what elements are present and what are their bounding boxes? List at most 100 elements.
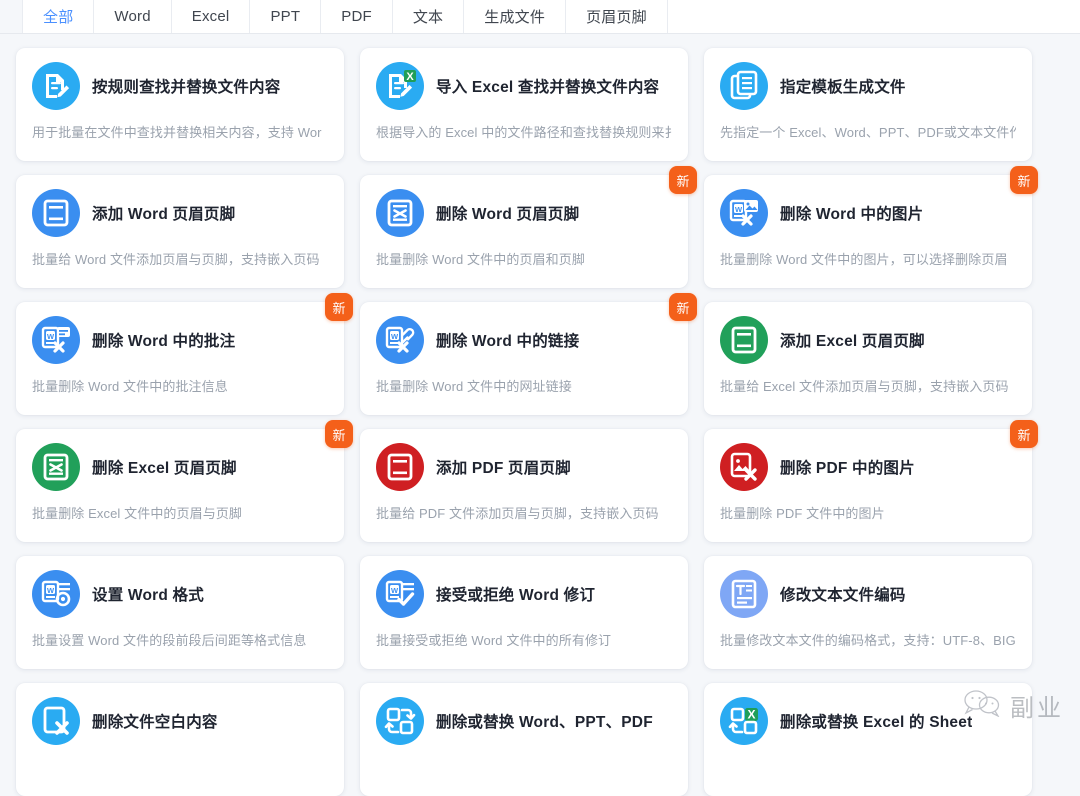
card-title: 修改文本文件编码 xyxy=(780,583,906,605)
card-header: 添加 Excel 页眉页脚 xyxy=(720,316,1016,364)
card-header: 按规则查找并替换文件内容 xyxy=(32,62,328,110)
replace-sheet-icon: X xyxy=(720,697,768,745)
svg-text:X: X xyxy=(747,708,755,722)
card-title: 导入 Excel 查找并替换文件内容 xyxy=(436,75,659,97)
card-description: 批量删除 PDF 文件中的图片 xyxy=(720,503,1016,522)
card-header: 修改文本文件编码 xyxy=(720,570,1016,618)
blank-remove-icon xyxy=(32,697,80,745)
tab-PPT[interactable]: PPT xyxy=(250,0,321,33)
feature-card[interactable]: 删除 PDF 中的图片批量删除 PDF 文件中的图片新 xyxy=(704,429,1032,542)
card-header: 删除 PDF 中的图片 xyxy=(720,443,1016,491)
card-description: 批量接受或拒绝 Word 文件中的所有修订 xyxy=(376,630,672,649)
doc-edit-excel-icon: X xyxy=(376,62,424,110)
feature-card[interactable]: 添加 Excel 页眉页脚批量给 Excel 文件添加页眉与页脚，支持嵌入页码 xyxy=(704,302,1032,415)
tab-生成文件[interactable]: 生成文件 xyxy=(464,0,566,33)
feature-card[interactable]: 添加 Word 页眉页脚批量给 Word 文件添加页眉与页脚，支持嵌入页码 xyxy=(16,175,344,288)
tab-页眉页脚[interactable]: 页眉页脚 xyxy=(566,0,668,33)
card-description: 用于批量在文件中查找并替换相关内容，支持 Wor xyxy=(32,122,328,141)
card-title: 设置 Word 格式 xyxy=(92,583,204,605)
card-header: W 删除 Word 中的链接 xyxy=(376,316,672,364)
card-header: 删除或替换 Word、PPT、PDF xyxy=(376,697,672,745)
card-description: 批量给 PDF 文件添加页眉与页脚，支持嵌入页码 xyxy=(376,503,672,522)
card-header: 删除 Word 页眉页脚 xyxy=(376,189,672,237)
feature-card[interactable]: 添加 PDF 页眉页脚批量给 PDF 文件添加页眉与页脚，支持嵌入页码 xyxy=(360,429,688,542)
feature-card[interactable]: 修改文本文件编码批量修改文本文件的编码格式，支持：UTF-8、BIG xyxy=(704,556,1032,669)
feature-card[interactable]: 删除 Excel 页眉页脚批量删除 Excel 文件中的页眉与页脚新 xyxy=(16,429,344,542)
card-description: 批量修改文本文件的编码格式，支持：UTF-8、BIG xyxy=(720,630,1016,649)
card-description: 批量删除 Excel 文件中的页眉与页脚 xyxy=(32,503,328,522)
card-description: 批量删除 Word 文件中的网址链接 xyxy=(376,376,672,395)
feature-card[interactable]: W 设置 Word 格式批量设置 Word 文件的段前段后间距等格式信息 xyxy=(16,556,344,669)
card-title: 按规则查找并替换文件内容 xyxy=(92,75,280,97)
header-footer-add-icon xyxy=(720,316,768,364)
card-title: 删除 Word 中的链接 xyxy=(436,329,579,351)
new-badge: 新 xyxy=(1010,166,1038,194)
card-title: 删除 Excel 页眉页脚 xyxy=(92,456,237,478)
svg-text:W: W xyxy=(391,586,399,595)
card-title: 添加 Word 页眉页脚 xyxy=(92,202,235,224)
category-tab-bar: 全部WordExcelPPTPDF文本生成文件页眉页脚 xyxy=(0,0,1080,34)
card-header: 删除 Excel 页眉页脚 xyxy=(32,443,328,491)
text-encoding-icon xyxy=(720,570,768,618)
tab-Excel[interactable]: Excel xyxy=(172,0,251,33)
new-badge: 新 xyxy=(325,293,353,321)
feature-card[interactable]: W 接受或拒绝 Word 修订批量接受或拒绝 Word 文件中的所有修订 xyxy=(360,556,688,669)
card-title: 接受或拒绝 Word 修订 xyxy=(436,583,595,605)
feature-card[interactable]: 指定模板生成文件先指定一个 Excel、Word、PPT、PDF或文本文件作 xyxy=(704,48,1032,161)
feature-card-grid: 按规则查找并替换文件内容用于批量在文件中查找并替换相关内容，支持 Wor X 导入 … xyxy=(0,34,1080,796)
feature-card[interactable]: 按规则查找并替换文件内容用于批量在文件中查找并替换相关内容，支持 Wor xyxy=(16,48,344,161)
card-title: 指定模板生成文件 xyxy=(780,75,906,97)
card-description: 批量删除 Word 文件中的批注信息 xyxy=(32,376,328,395)
card-title: 删除或替换 Word、PPT、PDF xyxy=(436,710,653,732)
card-header: 删除文件空白内容 xyxy=(32,697,328,745)
card-header: 指定模板生成文件 xyxy=(720,62,1016,110)
card-title: 添加 PDF 页眉页脚 xyxy=(436,456,571,478)
new-badge: 新 xyxy=(669,293,697,321)
tab-文本[interactable]: 文本 xyxy=(393,0,464,33)
feature-card[interactable]: W删除 Word 中的批注批量删除 Word 文件中的批注信息新 xyxy=(16,302,344,415)
word-format-icon: W xyxy=(32,570,80,618)
tab-Word[interactable]: Word xyxy=(94,0,171,33)
card-title: 删除 PDF 中的图片 xyxy=(780,456,915,478)
card-title: 删除 Word 页眉页脚 xyxy=(436,202,579,224)
card-header: W 删除 Word 中的批注 xyxy=(32,316,328,364)
feature-card[interactable]: W删除 Word 中的链接批量删除 Word 文件中的网址链接新 xyxy=(360,302,688,415)
new-badge: 新 xyxy=(1010,420,1038,448)
header-footer-remove-icon xyxy=(376,189,424,237)
card-title: 删除 Word 中的图片 xyxy=(780,202,923,224)
svg-text:W: W xyxy=(391,332,399,341)
svg-text:W: W xyxy=(735,205,743,214)
card-header: W 接受或拒绝 Word 修订 xyxy=(376,570,672,618)
app-root: 全部WordExcelPPTPDF文本生成文件页眉页脚 按规则查找并替换文件内容… xyxy=(0,0,1080,740)
doc-edit-icon xyxy=(32,62,80,110)
card-header: W 设置 Word 格式 xyxy=(32,570,328,618)
header-footer-add-icon xyxy=(32,189,80,237)
card-description: 根据导入的 Excel 中的文件路径和查找替换规则来扌 xyxy=(376,122,672,141)
feature-card[interactable]: W删除 Word 中的图片批量删除 Word 文件中的图片，可以选择删除页眉新 xyxy=(704,175,1032,288)
card-header: X 删除或替换 Excel 的 Sheet xyxy=(720,697,1016,745)
card-description: 批量给 Word 文件添加页眉与页脚，支持嵌入页码 xyxy=(32,249,328,268)
card-header: 添加 PDF 页眉页脚 xyxy=(376,443,672,491)
card-title: 添加 Excel 页眉页脚 xyxy=(780,329,925,351)
svg-text:X: X xyxy=(406,71,414,83)
word-image-remove-icon: W xyxy=(720,189,768,237)
card-title: 删除或替换 Excel 的 Sheet xyxy=(780,710,972,732)
card-description: 批量删除 Word 文件中的图片，可以选择删除页眉 xyxy=(720,249,1016,268)
word-comment-remove-icon: W xyxy=(32,316,80,364)
card-title: 删除 Word 中的批注 xyxy=(92,329,235,351)
card-description: 批量删除 Word 文件中的页眉和页脚 xyxy=(376,249,672,268)
header-footer-remove-icon xyxy=(32,443,80,491)
header-footer-add-icon xyxy=(376,443,424,491)
word-revision-icon: W xyxy=(376,570,424,618)
card-description: 批量设置 Word 文件的段前段后间距等格式信息 xyxy=(32,630,328,649)
tab-bar-filler xyxy=(668,0,1080,33)
word-link-remove-icon: W xyxy=(376,316,424,364)
template-docs-icon xyxy=(720,62,768,110)
tab-all[interactable]: 全部 xyxy=(22,0,94,33)
card-description: 批量给 Excel 文件添加页眉与页脚，支持嵌入页码 xyxy=(720,376,1016,395)
feature-card[interactable]: X 导入 Excel 查找并替换文件内容根据导入的 Excel 中的文件路径和查找… xyxy=(360,48,688,161)
tab-PDF[interactable]: PDF xyxy=(321,0,393,33)
feature-card[interactable]: 删除 Word 页眉页脚批量删除 Word 文件中的页眉和页脚新 xyxy=(360,175,688,288)
pdf-image-remove-icon xyxy=(720,443,768,491)
new-badge: 新 xyxy=(669,166,697,194)
